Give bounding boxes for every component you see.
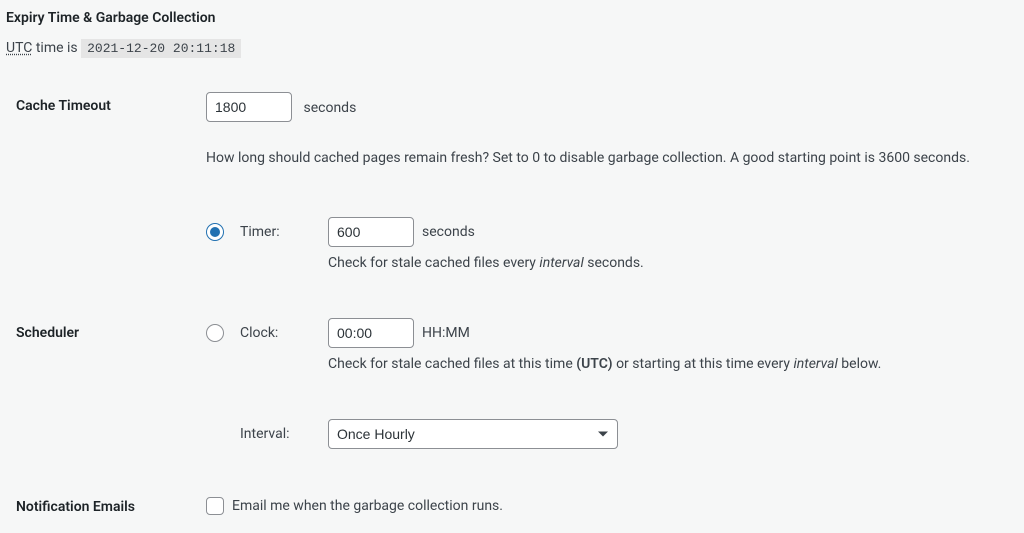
scheduler-timer-label: Timer:	[240, 217, 322, 247]
scheduler-interval-select[interactable]: Once Hourly	[328, 419, 618, 449]
cache-timeout-row: Cache Timeout seconds	[6, 84, 1018, 130]
notification-checkbox[interactable]	[206, 497, 224, 515]
cache-timeout-input[interactable]	[206, 92, 292, 122]
scheduler-label: Scheduler	[6, 325, 206, 341]
cache-timeout-units: seconds	[303, 100, 356, 116]
utc-time-line: UTC time is 2021-12-20 20:11:18	[6, 40, 1018, 56]
utc-abbr: UTC	[6, 40, 32, 56]
notification-row: Notification Emails Email me when the ga…	[6, 485, 1018, 523]
scheduler-clock-description: Check for stale cached files at this tim…	[328, 354, 1018, 375]
utc-time-value: 2021-12-20 20:11:18	[81, 39, 241, 58]
scheduler-timer-description: Check for stale cached files every inter…	[328, 253, 1018, 274]
scheduler-clock-radio[interactable]	[206, 324, 224, 342]
scheduler-clock-input[interactable]	[328, 318, 414, 348]
scheduler-clock-label: Clock:	[240, 318, 322, 348]
scheduler-interval-label: Interval:	[240, 419, 322, 449]
utc-text-middle: time is	[32, 40, 81, 56]
notification-label: Notification Emails	[6, 493, 206, 515]
cache-timeout-label: Cache Timeout	[6, 92, 206, 114]
scheduler-timer-input[interactable]	[328, 217, 414, 247]
notification-checkbox-label: Email me when the garbage collection run…	[232, 498, 503, 514]
scheduler-timer-radio[interactable]	[206, 223, 224, 241]
cache-timeout-description: How long should cached pages remain fres…	[6, 148, 1018, 169]
scheduler-timer-units: seconds	[422, 224, 475, 240]
section-title: Expiry Time & Garbage Collection	[6, 10, 1018, 26]
scheduler-row: Scheduler Timer: seconds Check for stale…	[6, 209, 1018, 457]
scheduler-clock-units: HH:MM	[422, 325, 470, 341]
